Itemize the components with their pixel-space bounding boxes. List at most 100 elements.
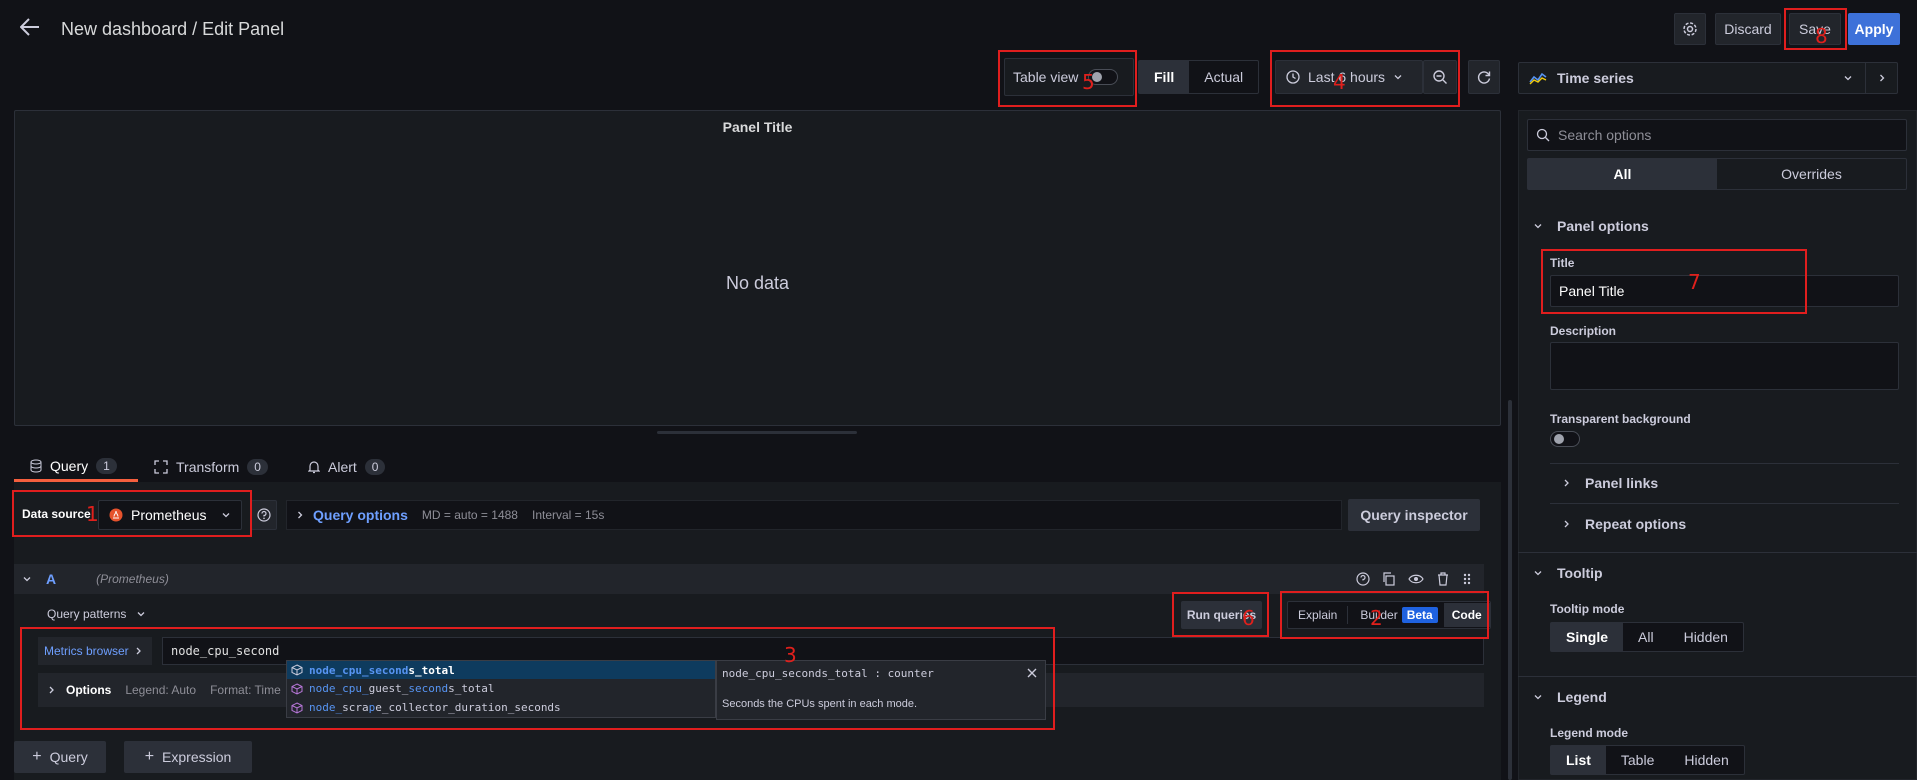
query-inspector-button[interactable]: Query inspector: [1348, 499, 1480, 531]
tab-transform-label: Transform: [176, 459, 240, 475]
overrides-option[interactable]: Overrides: [1717, 159, 1906, 189]
panel-options-section[interactable]: Panel options: [1533, 218, 1649, 234]
options-label: Options: [66, 683, 112, 697]
fill-option[interactable]: Fill: [1139, 61, 1190, 93]
suggestion-rest: guest_: [368, 682, 409, 695]
add-expression-button[interactable]: + Expression: [124, 741, 252, 773]
tab-query-label: Query: [50, 457, 89, 474]
autocomplete-list: node_cpu_seconds_total node_cpu_guest_se…: [286, 660, 716, 718]
all-option[interactable]: All: [1528, 159, 1717, 189]
cube-icon: [291, 701, 303, 714]
refresh-button[interactable]: [1468, 60, 1500, 94]
legend-mode-list[interactable]: List: [1551, 746, 1606, 774]
resize-handle[interactable]: [657, 431, 857, 434]
run-queries-button[interactable]: Run queries: [1181, 601, 1262, 629]
tab-alert[interactable]: Alert 0: [308, 452, 386, 482]
options-pane: [1518, 110, 1917, 780]
discard-button[interactable]: Discard: [1715, 13, 1781, 45]
metrics-browser-label: Metrics browser: [44, 644, 129, 658]
suggestion-item[interactable]: node_scrape_collector_duration_seconds: [287, 698, 715, 717]
search-options-input[interactable]: Search options: [1527, 119, 1907, 151]
help-icon: [257, 508, 271, 522]
query-options-bar[interactable]: Query options MD = auto = 1488 Interval …: [286, 500, 1342, 530]
repeat-options-label: Repeat options: [1585, 516, 1687, 532]
legend-mode-toggle[interactable]: List Table Hidden: [1550, 745, 1745, 775]
legend-section[interactable]: Legend: [1533, 689, 1607, 705]
actual-option[interactable]: Actual: [1189, 61, 1258, 93]
vertical-scrollbar[interactable]: [1508, 400, 1512, 780]
description-textarea[interactable]: [1550, 342, 1899, 390]
format-text: Format: Time: [210, 683, 281, 697]
chevron-down-icon: [1844, 76, 1852, 81]
table-view-toggle[interactable]: Table view: [1004, 58, 1134, 96]
search-placeholder: Search options: [1558, 127, 1652, 143]
legend-mode-label: Legend mode: [1550, 726, 1629, 740]
suggestion-detail: node_cpu_seconds_total : counter Seconds…: [716, 660, 1046, 720]
suggestion-description: Seconds the CPUs spent in each mode.: [722, 698, 918, 710]
add-expression-label: Expression: [162, 749, 232, 765]
tab-query[interactable]: Query 1: [14, 452, 138, 482]
suggestion-item[interactable]: node_cpu_seconds_total: [287, 661, 715, 679]
tab-transform[interactable]: Transform 0: [154, 452, 268, 482]
editor-mode-toggle[interactable]: Explain Builder Beta Code: [1287, 601, 1491, 629]
builder-option[interactable]: Builder: [1348, 608, 1401, 622]
panel-links-section[interactable]: Panel links: [1563, 475, 1658, 491]
fill-actual-toggle[interactable]: Fill Actual: [1138, 60, 1260, 94]
options-filter-toggle[interactable]: All Overrides: [1527, 158, 1907, 190]
zoom-out-button[interactable]: [1423, 60, 1457, 94]
visualization-picker[interactable]: Time series: [1518, 62, 1898, 94]
suggestion-signature: node_cpu_seconds_total : counter: [722, 667, 934, 680]
trash-icon[interactable]: [1436, 572, 1450, 586]
metrics-browser-button[interactable]: Metrics browser: [38, 637, 152, 665]
transform-icon: [154, 460, 168, 474]
suggestion-item[interactable]: node_cpu_guest_seconds_total: [287, 679, 715, 698]
tooltip-section[interactable]: Tooltip: [1533, 565, 1603, 581]
beta-badge: Beta: [1401, 607, 1438, 623]
title-field-label: Title: [1550, 256, 1575, 270]
time-range-picker[interactable]: Last 6 hours: [1275, 60, 1423, 94]
back-arrow-icon[interactable]: [20, 18, 40, 36]
copy-icon[interactable]: [1382, 572, 1396, 586]
repeat-options-section[interactable]: Repeat options: [1563, 516, 1686, 532]
query-patterns-dropdown[interactable]: Query patterns: [47, 607, 146, 621]
collapse-options-button[interactable]: [1865, 63, 1897, 93]
panel-title: Panel Title: [722, 119, 793, 135]
query-patterns-label: Query patterns: [47, 607, 127, 621]
datasource-help-button[interactable]: [251, 500, 277, 530]
save-button[interactable]: Save: [1789, 13, 1841, 45]
apply-button[interactable]: Apply: [1848, 13, 1900, 45]
query-source: (Prometheus): [96, 572, 169, 586]
eye-icon[interactable]: [1408, 572, 1424, 586]
settings-button[interactable]: [1674, 13, 1706, 45]
code-option[interactable]: Code: [1443, 603, 1490, 627]
title-input[interactable]: Panel Title: [1550, 275, 1899, 307]
query-row-header[interactable]: A (Prometheus): [14, 564, 1484, 594]
chevron-right-icon: [1564, 520, 1569, 528]
legend-mode-hidden[interactable]: Hidden: [1669, 746, 1743, 774]
tooltip-mode-toggle[interactable]: Single All Hidden: [1550, 622, 1744, 652]
tooltip-mode-single[interactable]: Single: [1551, 623, 1624, 651]
query-ref[interactable]: A: [46, 571, 56, 587]
suggestion-rest: s_total: [448, 682, 495, 695]
table-view-switch[interactable]: [1088, 69, 1119, 85]
datasource-value: Prometheus: [131, 507, 207, 523]
datasource-picker[interactable]: Prometheus: [98, 500, 242, 530]
chevron-right-icon: [1564, 479, 1569, 487]
help-icon[interactable]: [1356, 572, 1370, 586]
legend-mode-table[interactable]: Table: [1606, 746, 1669, 774]
suggestion-rest: e_collector_duration_seconds: [375, 701, 561, 714]
tooltip-mode-all[interactable]: All: [1623, 623, 1669, 651]
explain-label[interactable]: Explain: [1288, 608, 1347, 622]
zoom-out-icon: [1433, 70, 1447, 84]
add-query-button[interactable]: + Query: [14, 741, 106, 773]
chevron-down-icon: [137, 612, 145, 617]
suggestion-match: second: [408, 682, 449, 695]
tab-transform-count: 0: [247, 459, 268, 475]
tooltip-mode-hidden[interactable]: Hidden: [1669, 623, 1743, 651]
divider: [1550, 463, 1899, 464]
close-icon[interactable]: [1027, 668, 1037, 678]
transparent-switch[interactable]: [1550, 431, 1580, 447]
refresh-icon: [1477, 71, 1491, 84]
drag-handle-icon[interactable]: [1462, 572, 1472, 586]
legend-text: Legend: Auto: [125, 683, 197, 697]
